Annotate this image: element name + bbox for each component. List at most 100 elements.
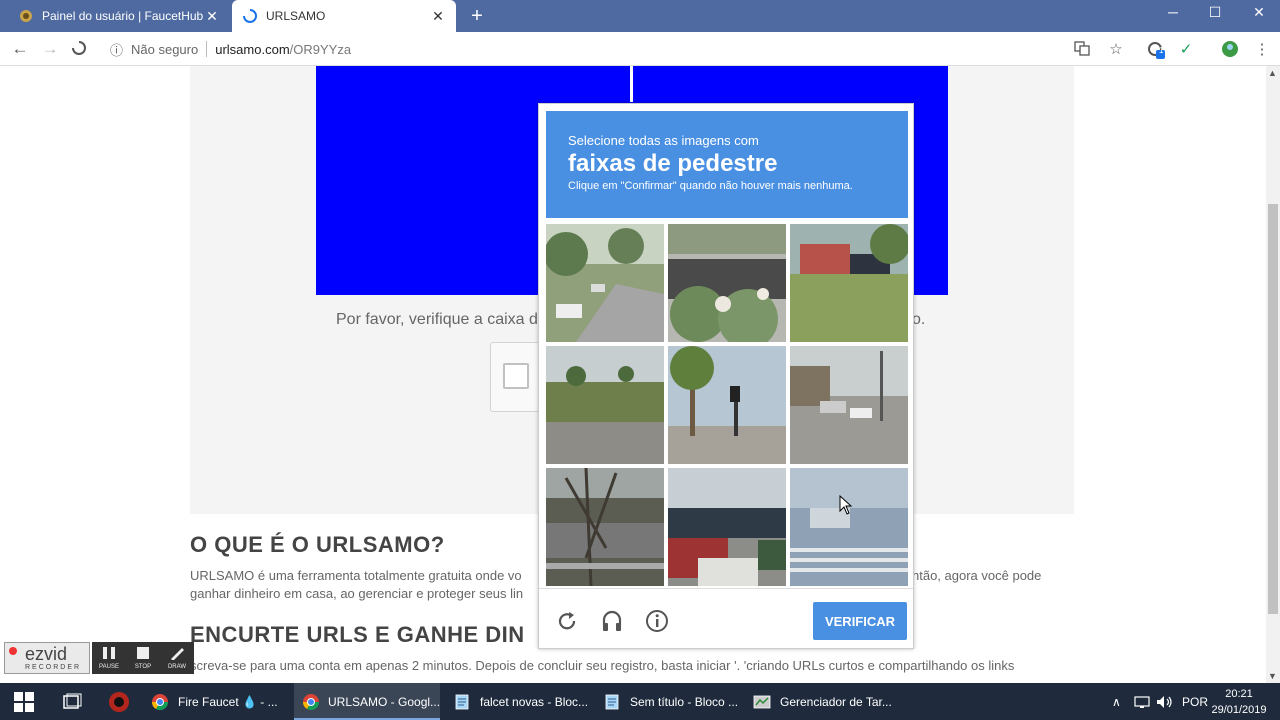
headphones-icon[interactable]	[598, 607, 626, 635]
back-arrow-icon[interactable]: ←	[9, 39, 31, 59]
pencil-icon	[171, 648, 184, 660]
extension-badge: 1	[1159, 46, 1164, 55]
verify-instruction: Por favor, verifique a caixa d	[336, 311, 538, 328]
pause-icon	[103, 647, 115, 659]
challenge-tile[interactable]	[546, 224, 664, 342]
tab-urlsamo[interactable]: URLSAMO ✕	[232, 0, 456, 32]
challenge-tile[interactable]	[546, 346, 664, 464]
minimize-button[interactable]: ─	[1158, 4, 1188, 20]
ezvid-subtitle: RECORDER	[25, 664, 82, 671]
record-dot-icon	[9, 647, 17, 655]
taskbar-label: Gerenciador de Tar...	[780, 694, 892, 709]
close-window-button[interactable]: ✕	[1244, 4, 1274, 21]
challenge-tile[interactable]	[790, 224, 908, 342]
draw-label: DRAW	[167, 664, 187, 670]
menu-kebab-icon[interactable]: ⋮	[1252, 40, 1272, 58]
loading-spinner-icon	[242, 8, 258, 24]
url-path: /OR9YYza	[289, 41, 352, 57]
verify-instruction-end: o.	[912, 311, 926, 328]
notepad-icon	[452, 692, 472, 712]
captcha-checkbox[interactable]	[503, 363, 529, 389]
network-icon[interactable]	[1134, 683, 1152, 720]
stop-label: STOP	[134, 664, 152, 670]
challenge-tile[interactable]	[668, 224, 786, 342]
tab-strip: Painel do usuário | FaucetHub - S ✕ URLS…	[0, 0, 1280, 32]
challenge-header: Selecione todas as imagens com faixas de…	[546, 111, 908, 218]
scrollbar-thumb[interactable]	[1268, 204, 1278, 614]
challenge-tile[interactable]	[668, 468, 786, 586]
notepad-icon	[602, 692, 622, 712]
scroll-down-icon[interactable]: ▼	[1268, 671, 1277, 681]
taskbar-item-taskmanager[interactable]: Gerenciador de Tar...	[744, 683, 894, 720]
verify-button[interactable]: VERIFICAR	[813, 602, 907, 640]
translate-icon[interactable]	[1072, 40, 1092, 60]
ezvid-stop-button[interactable]: STOP	[126, 642, 160, 674]
challenge-instruction: Selecione todas as imagens com	[568, 133, 759, 148]
close-tab-icon[interactable]: ✕	[430, 8, 446, 25]
bookmark-star-icon[interactable]: ☆	[1106, 40, 1126, 58]
taskbar-clock[interactable]: 20:21 29/01/2019	[1204, 686, 1274, 718]
challenge-tile[interactable]	[546, 468, 664, 586]
windows-start-icon[interactable]	[0, 683, 48, 720]
maximize-button[interactable]: ☐	[1200, 4, 1230, 21]
challenge-tile[interactable]	[790, 346, 908, 464]
chrome-icon	[150, 692, 170, 712]
clock-time: 20:21	[1225, 688, 1253, 700]
page-scrollbar[interactable]: ▲ ▼	[1266, 66, 1280, 683]
address-bar[interactable]: ⓘ Não seguro urlsamo.com /OR9YYza	[104, 36, 1134, 62]
captcha-challenge: Selecione todas as imagens com faixas de…	[538, 103, 914, 649]
challenge-target: faixas de pedestre	[568, 150, 778, 177]
info-circle-icon[interactable]: ⓘ	[110, 40, 123, 59]
ezvid-logo-text: ezvid	[25, 644, 68, 664]
checkmark-extension-icon[interactable]: ✓	[1176, 40, 1196, 58]
extension-icon[interactable]: 1	[1146, 40, 1166, 64]
section-shorten-text: screva-se para uma conta em apenas 2 min…	[190, 658, 1015, 673]
taskbar-item-notepad1[interactable]: falcet novas - Bloc...	[444, 683, 590, 720]
stop-icon	[137, 647, 149, 659]
new-tab-button[interactable]: +	[466, 5, 488, 28]
taskbar-label: Fire Faucet 💧 - ...	[178, 694, 278, 709]
ezvid-recorder: ezvid RECORDER PAUSE STOP DRAW	[4, 642, 194, 676]
close-tab-icon[interactable]: ✕	[204, 8, 220, 25]
pause-label: PAUSE	[99, 664, 119, 670]
stop-loading-icon[interactable]	[68, 40, 90, 61]
tab-title: URLSAMO	[266, 9, 326, 23]
refresh-icon[interactable]	[553, 607, 581, 635]
section-title-about: O QUE É O URLSAMO?	[190, 532, 445, 557]
url-host: urlsamo.com	[215, 41, 290, 57]
scroll-up-icon[interactable]: ▲	[1268, 68, 1277, 78]
faucethub-favicon-icon	[18, 8, 34, 24]
browser-toolbar: ← → ⓘ Não seguro urlsamo.com /OR9YYza ☆ …	[0, 32, 1280, 66]
challenge-tile[interactable]	[668, 346, 786, 464]
mouse-cursor-icon	[839, 494, 853, 520]
section-about-text-line2: ganhar dinheiro em casa, ao gerenciar e …	[190, 586, 524, 601]
profile-avatar-icon[interactable]	[1220, 40, 1240, 62]
ezvid-logo: ezvid RECORDER	[4, 642, 90, 674]
section-title-shorten: ENCURTE URLS E GANHE DIN	[190, 622, 525, 647]
ezvid-pause-button[interactable]: PAUSE	[92, 642, 126, 674]
section-about-text: URLSAMO é uma ferramenta totalmente grat…	[190, 568, 522, 583]
tray-chevron-icon[interactable]: ∧	[1112, 683, 1121, 720]
challenge-tile[interactable]	[790, 468, 908, 586]
app-icon-red[interactable]	[100, 683, 140, 720]
windows-taskbar: Fire Faucet 💧 - ... URLSAMO - Googl... f…	[0, 683, 1280, 720]
taskbar-item-firefaucet[interactable]: Fire Faucet 💧 - ...	[142, 683, 290, 720]
section-about-text-end: ntão, agora você pode	[912, 568, 1042, 583]
taskbar-item-urlsamo[interactable]: URLSAMO - Googl...	[294, 683, 440, 720]
info-icon[interactable]	[643, 607, 671, 635]
forward-arrow-icon[interactable]: →	[39, 39, 61, 59]
challenge-hint: Clique em "Confirmar" quando não houver …	[568, 180, 853, 192]
taskbar-item-notepad2[interactable]: Sem título - Bloco ...	[594, 683, 740, 720]
ezvid-draw-button[interactable]: DRAW	[160, 642, 194, 674]
task-view-icon[interactable]	[54, 683, 94, 720]
chrome-icon	[302, 692, 320, 712]
taskbar-label: URLSAMO - Googl...	[328, 694, 441, 709]
ezvid-controls: PAUSE STOP DRAW	[92, 642, 194, 674]
volume-icon[interactable]	[1156, 683, 1174, 720]
tab-faucethub[interactable]: Painel do usuário | FaucetHub - S ✕	[8, 0, 230, 32]
address-divider	[206, 41, 208, 57]
task-manager-icon	[752, 692, 772, 712]
banner-divider	[630, 66, 633, 102]
clock-date: 29/01/2019	[1211, 704, 1267, 716]
tab-title: Painel do usuário | FaucetHub - S	[42, 9, 204, 23]
